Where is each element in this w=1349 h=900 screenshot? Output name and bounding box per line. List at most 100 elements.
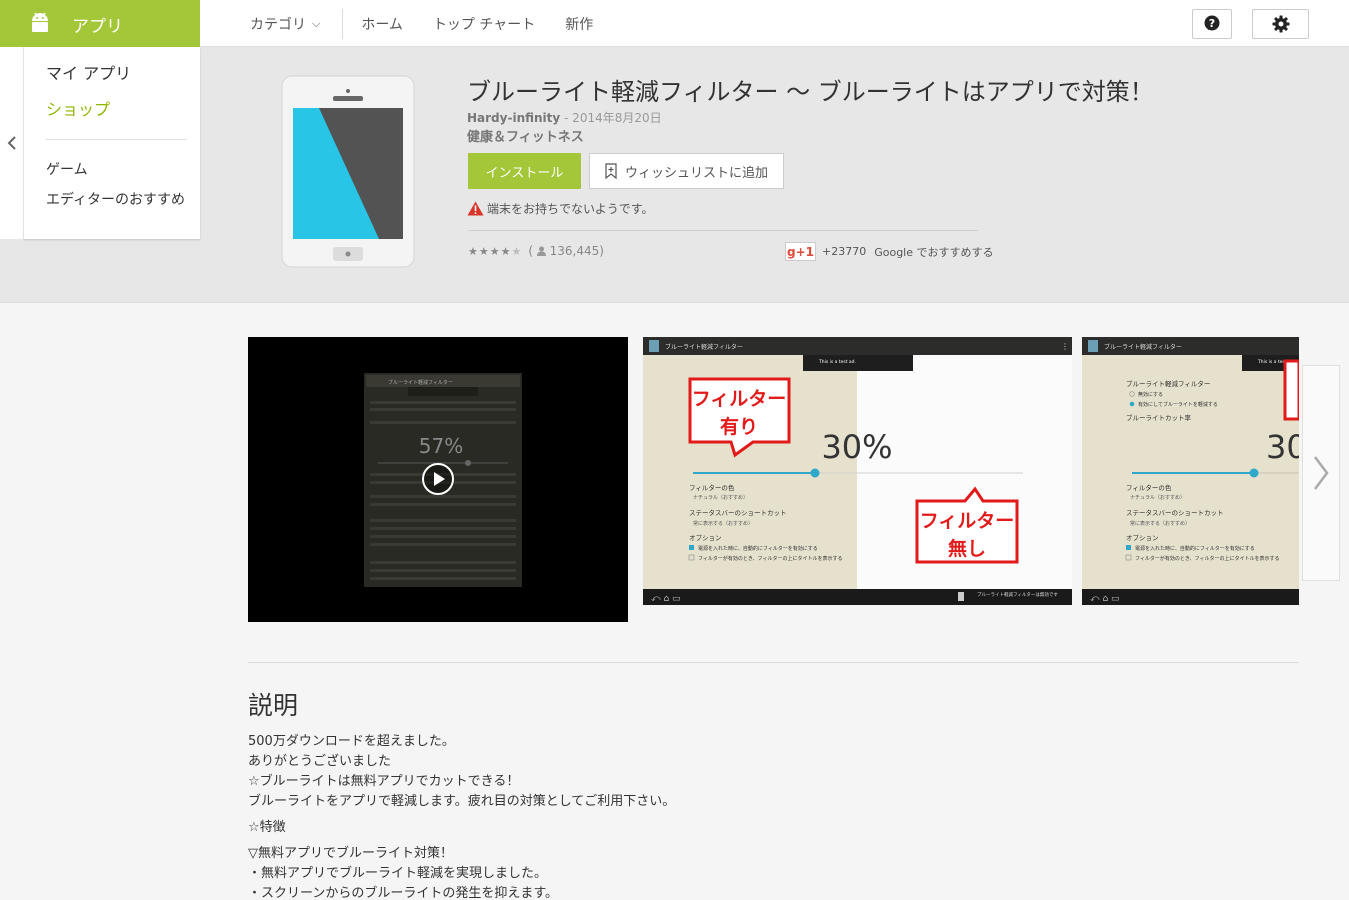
google-recommend-text: Google でおすすめする	[874, 245, 994, 259]
sidebar-item-shop[interactable]: ショップ	[46, 96, 110, 120]
description-divider	[248, 662, 1299, 663]
description-line: ▽無料アプリでブルーライト対策！	[248, 846, 453, 861]
callout-filter-on-line1: フィルター	[692, 388, 787, 410]
description-line: ありがとうございました	[248, 754, 392, 769]
rating-summary: ★★★★★ ( 136,445)	[468, 244, 604, 258]
svg-text:?: ?	[1209, 17, 1215, 30]
shot1-navbar-text: ブルーライト軽減フィルターは無効です	[977, 591, 1058, 598]
android-icon	[32, 12, 48, 32]
video-app-title: ブルーライト軽減フィルター	[388, 379, 453, 386]
install-button[interactable]: インストール	[468, 153, 581, 189]
shot1-filter-color: フィルターの色	[689, 483, 735, 492]
developer-link[interactable]: Hardy-infinity	[467, 111, 560, 125]
callout-filter-off-line1: フィルター	[920, 510, 1015, 532]
video-percent: 57%	[419, 434, 463, 458]
screenshot-2[interactable]: ブルーライト軽減フィルター This is a test ad. ブルーライト軽…	[1082, 337, 1299, 605]
chevron-down-icon: ⌵	[312, 16, 321, 30]
top-nav: カテゴリ ⌵ ホーム トップ チャート 新作	[250, 0, 623, 47]
description-title: 説明	[248, 691, 299, 720]
bookmark-plus-icon	[605, 163, 617, 179]
shot2-status-bar: ステータスバーのショートカット	[1126, 508, 1224, 517]
google-plus-one: g +1 +23770 Google でおすすめする	[785, 242, 994, 261]
description-line: ブルーライトをアプリで軽減します。疲れ目の対策としてご利用下さい。	[248, 794, 676, 809]
promo-video[interactable]: ブルーライト軽減フィルター 57%	[248, 337, 628, 622]
shot1-ad-text: This is a test ad.	[818, 359, 856, 365]
gear-icon	[1272, 15, 1289, 33]
shot2-section: ブルーライト軽減フィルター	[1126, 379, 1210, 388]
plus-one-button[interactable]: g +1	[785, 242, 816, 261]
callout-filter-on-line2: 有り	[720, 415, 758, 438]
info-divider	[468, 230, 978, 231]
description-line: ・無料アプリでブルーライト軽減を実現しました。	[248, 866, 548, 881]
screenshot-2-image: ブルーライト軽減フィルター This is a test ad. ブルーライト軽…	[1082, 337, 1299, 605]
description-line: ☆ブルーライトは無料アプリでカットできる！	[248, 774, 520, 789]
description-line: ・スクリーンからのブルーライトの発生を抑えます。	[248, 886, 559, 900]
shot1-status-bar-value: 常に表示する（おすすめ）	[693, 520, 753, 527]
shot1-options: オプション	[689, 534, 722, 542]
sidebar-item-editors-choice[interactable]: エディターのおすすめ	[46, 189, 185, 209]
plus-one-label: +1	[795, 244, 814, 259]
description-line: 500万ダウンロードを超えました。	[248, 734, 455, 749]
shot1-option1: 電源を入れた時に、自動的にフィルターを有効にする	[698, 545, 818, 552]
wishlist-button[interactable]: ウィッシュリストに追加	[589, 153, 784, 189]
shot2-percent: 30	[1266, 428, 1299, 466]
shot2-radio2: 有効にしてブルーライトを軽減する	[1138, 401, 1218, 408]
chevron-left-icon	[7, 136, 16, 150]
shot1-status-bar: ステータスバーのショートカット	[689, 508, 787, 517]
sidebar-item-games[interactable]: ゲーム	[46, 159, 88, 179]
plus-one-count: +23770	[822, 245, 867, 258]
svg-text:⤺ ⌂ ▭: ⤺ ⌂ ▭	[651, 594, 681, 604]
shot2-app-title: ブルーライト軽減フィルター	[1104, 343, 1182, 351]
chevron-right-icon	[1314, 456, 1329, 490]
shot2-options: オプション	[1126, 534, 1159, 542]
apps-brand[interactable]: アプリ	[0, 0, 200, 47]
shot1-option2: フィルターが有効のとき、フィルターの上にタイトルを表示する	[698, 555, 842, 562]
nav-categories[interactable]: カテゴリ ⌵	[250, 14, 320, 34]
settings-button[interactable]	[1252, 9, 1309, 39]
nav-new-releases[interactable]: 新作	[565, 14, 593, 34]
warning-icon	[467, 201, 484, 216]
shot2-cut-rate: ブルーライトカット率	[1126, 413, 1192, 422]
sidebar-divider	[46, 139, 187, 140]
screenshot-1-image: ブルーライト軽減フィルター ⋮ This is a test ad. 30% フ…	[643, 337, 1072, 605]
description-line: ☆特徴	[248, 820, 286, 835]
release-date: - 2014年8月20日	[560, 111, 662, 125]
rating-count: 136,445	[549, 244, 600, 258]
warning-text: 端末をお持ちでないようです。	[487, 202, 654, 216]
shot2-status-bar-value: 常に表示する（おすすめ）	[1130, 520, 1190, 527]
shot1-percent: 30%	[821, 428, 892, 466]
shot2-filter-color: フィルターの色	[1126, 483, 1172, 492]
app-title: ブルーライト軽減フィルター 〜 ブルーライトはアプリで対策！	[467, 78, 1154, 106]
play-icon[interactable]	[421, 462, 455, 496]
star-rating: ★★★★★	[468, 244, 523, 258]
nav-top-charts[interactable]: トップ チャート	[433, 14, 535, 34]
nav-divider	[342, 8, 344, 39]
description-body: 500万ダウンロードを超えました。 ありがとうございました ☆ブルーライトは無料…	[248, 732, 675, 900]
svg-text:⋮: ⋮	[1061, 342, 1069, 351]
shot1-app-title: ブルーライト軽減フィルター	[665, 343, 743, 351]
brand-label: アプリ	[72, 17, 123, 37]
help-button[interactable]: ?	[1192, 9, 1232, 39]
person-icon	[536, 246, 546, 256]
shot2-radio1: 無効にする	[1138, 391, 1163, 398]
question-icon: ?	[1204, 15, 1220, 31]
screenshots-next-button[interactable]	[1302, 365, 1340, 581]
app-category-link[interactable]: 健康＆フィットネス	[467, 126, 584, 145]
app-icon	[281, 75, 415, 268]
sidebar-item-my-apps[interactable]: マイ アプリ	[46, 60, 131, 84]
nav-home[interactable]: ホーム	[361, 14, 403, 34]
device-warning: 端末をお持ちでないようです。	[467, 200, 654, 217]
shot2-option1: 電源を入れた時に、自動的にフィルターを有効にする	[1135, 545, 1255, 552]
nav-categories-label: カテゴリ	[250, 16, 306, 33]
shot2-filter-color-value: ナチュラル（おすすめ）	[1130, 494, 1185, 501]
shot1-filter-color-value: ナチュラル（おすすめ）	[693, 494, 748, 501]
svg-text:⤺ ⌂ ▭: ⤺ ⌂ ▭	[1090, 594, 1120, 604]
shot2-option2: フィルターが有効のとき、フィルターの上にタイトルを表示する	[1135, 555, 1279, 562]
screenshot-1[interactable]: ブルーライト軽減フィルター ⋮ This is a test ad. 30% フ…	[643, 337, 1072, 605]
wishlist-label: ウィッシュリストに追加	[624, 165, 768, 181]
app-meta: Hardy-infinity - 2014年8月20日	[467, 109, 662, 126]
sidemenu-collapse-toggle[interactable]	[0, 47, 24, 239]
rating-count-wrapper: ( 136,445)	[528, 244, 604, 258]
callout-filter-off-line2: 無し	[948, 537, 986, 560]
g-icon: g	[787, 244, 796, 259]
